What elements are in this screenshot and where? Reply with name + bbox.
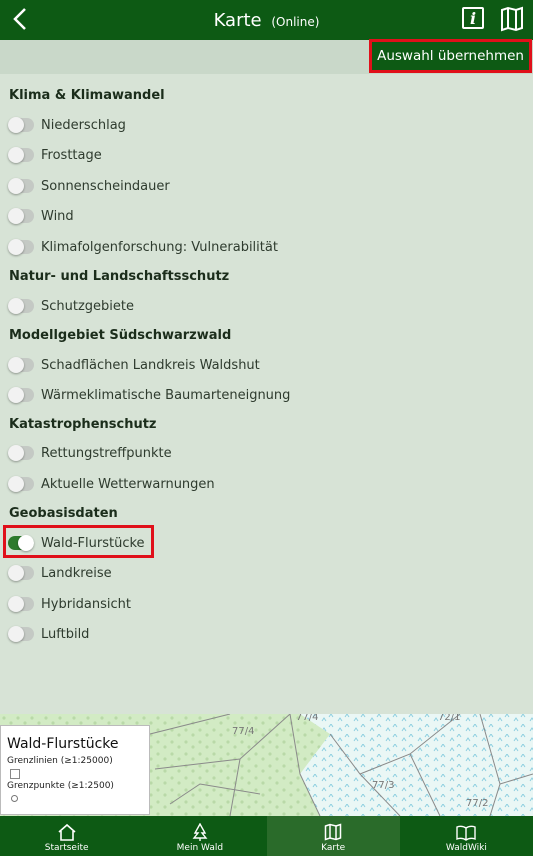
section-title: Modellgebiet Südschwarzwald [9, 328, 232, 343]
layer-toggle[interactable] [8, 178, 34, 194]
layer-toggle[interactable] [8, 476, 34, 492]
nav-item-startseite[interactable]: Startseite [0, 816, 133, 856]
legend-title: Wald-Flurstücke [7, 736, 119, 752]
layer-toggle[interactable] [8, 298, 34, 314]
title-status: (Online) [271, 14, 320, 29]
map-icon[interactable] [500, 6, 524, 32]
layer-row[interactable]: Wärmeklimatische Baumarteneignung [8, 382, 308, 408]
title-text: Karte [213, 9, 262, 31]
layer-toggle[interactable] [8, 357, 34, 373]
apply-bar: Auswahl übernehmen [0, 39, 533, 74]
chevron-left-icon[interactable] [10, 6, 32, 32]
legend-boundary-lines: Grenzlinien (≥1:25000) [7, 756, 113, 766]
bottom-nav: Startseite Mein Wald Karte WaldWiki [0, 816, 533, 856]
apply-selection-button[interactable]: Auswahl übernehmen [369, 39, 532, 73]
layer-label: Klimafolgenforschung: Vulnerabilität [41, 239, 278, 255]
legend-line-symbol [10, 769, 20, 779]
nav-item-mein-wald[interactable]: Mein Wald [133, 816, 266, 856]
section-title: Katastrophenschutz [9, 417, 157, 432]
layer-row[interactable]: Frosttage [8, 142, 308, 168]
legend-point-symbol [11, 795, 18, 802]
layer-label: Schutzgebiete [41, 298, 135, 314]
layer-row[interactable]: Luftbild [8, 621, 308, 647]
layer-toggle[interactable] [8, 626, 34, 642]
selection-highlight [3, 525, 154, 558]
nav-label: Startseite [44, 843, 89, 853]
layer-toggle[interactable] [8, 239, 34, 255]
layer-toggle[interactable] [8, 147, 34, 163]
layer-label: Sonnenscheindauer [41, 178, 170, 194]
layer-label: Wind [41, 208, 74, 224]
layer-label: Hybridansicht [41, 596, 132, 612]
app-header: Karte (Online) i [0, 0, 533, 40]
layer-label: Luftbild [41, 626, 90, 642]
layer-label: Rettungstreffpunkte [41, 445, 172, 461]
layer-row[interactable]: Landkreise [8, 560, 308, 586]
tree-icon [192, 823, 208, 841]
layer-toggle[interactable] [8, 596, 34, 612]
layer-label: Frosttage [41, 147, 102, 163]
map-parcel-label: 77/2 [466, 798, 488, 809]
layer-row[interactable]: Klimafolgenforschung: Vulnerabilität [8, 234, 308, 260]
map-parcel-label: 77/4 [232, 726, 254, 737]
map-icon [324, 823, 342, 841]
layer-toggle[interactable] [8, 208, 34, 224]
layer-label: Schadflächen Landkreis Waldshut [41, 357, 260, 373]
layer-row[interactable]: Sonnenscheindauer [8, 173, 308, 199]
layer-row[interactable]: Niederschlag [8, 112, 308, 138]
layer-row[interactable]: Rettungstreffpunkte [8, 440, 308, 466]
layer-toggle[interactable] [8, 117, 34, 133]
nav-label: Karte [321, 843, 346, 853]
nav-item-waldwiki[interactable]: WaldWiki [400, 816, 533, 856]
home-icon [58, 823, 76, 841]
info-icon[interactable]: i [462, 7, 484, 29]
page-title: Karte (Online) [214, 10, 320, 31]
map-legend: Wald-Flurstücke Grenzlinien (≥1:25000) G… [0, 725, 150, 815]
info-glyph: i [469, 8, 477, 28]
layer-row[interactable]: Aktuelle Wetterwarnungen [8, 471, 308, 497]
nav-item-karte[interactable]: Karte [266, 816, 400, 856]
layer-panel: Klima & Klimawandel Niederschlag Frostta… [0, 74, 533, 714]
map-parcel-label: 72/1 [438, 714, 460, 723]
layer-label: Landkreise [41, 565, 112, 581]
nav-label: WaldWiki [445, 843, 487, 853]
nav-label: Mein Wald [176, 843, 224, 853]
section-title: Natur- und Landschaftsschutz [9, 269, 230, 284]
layer-toggle[interactable] [8, 387, 34, 403]
legend-boundary-points: Grenzpunkte (≥1:2500) [7, 781, 114, 791]
layer-row[interactable]: Schutzgebiete [8, 293, 308, 319]
map-parcel-label: 77/4 [296, 714, 318, 723]
section-title: Klima & Klimawandel [9, 88, 165, 103]
layer-toggle[interactable] [8, 445, 34, 461]
layer-label: Wärmeklimatische Baumarteneignung [41, 387, 291, 403]
layer-row[interactable]: Wind [8, 203, 308, 229]
layer-row[interactable]: Schadflächen Landkreis Waldshut [8, 352, 308, 378]
map-parcel-label: 77/3 [372, 780, 394, 791]
book-icon [456, 825, 477, 841]
section-title: Geobasisdaten [9, 506, 118, 521]
layer-row[interactable]: Hybridansicht [8, 591, 308, 617]
layer-toggle[interactable] [8, 565, 34, 581]
layer-label: Aktuelle Wetterwarnungen [41, 476, 215, 492]
layer-label: Niederschlag [41, 117, 126, 133]
